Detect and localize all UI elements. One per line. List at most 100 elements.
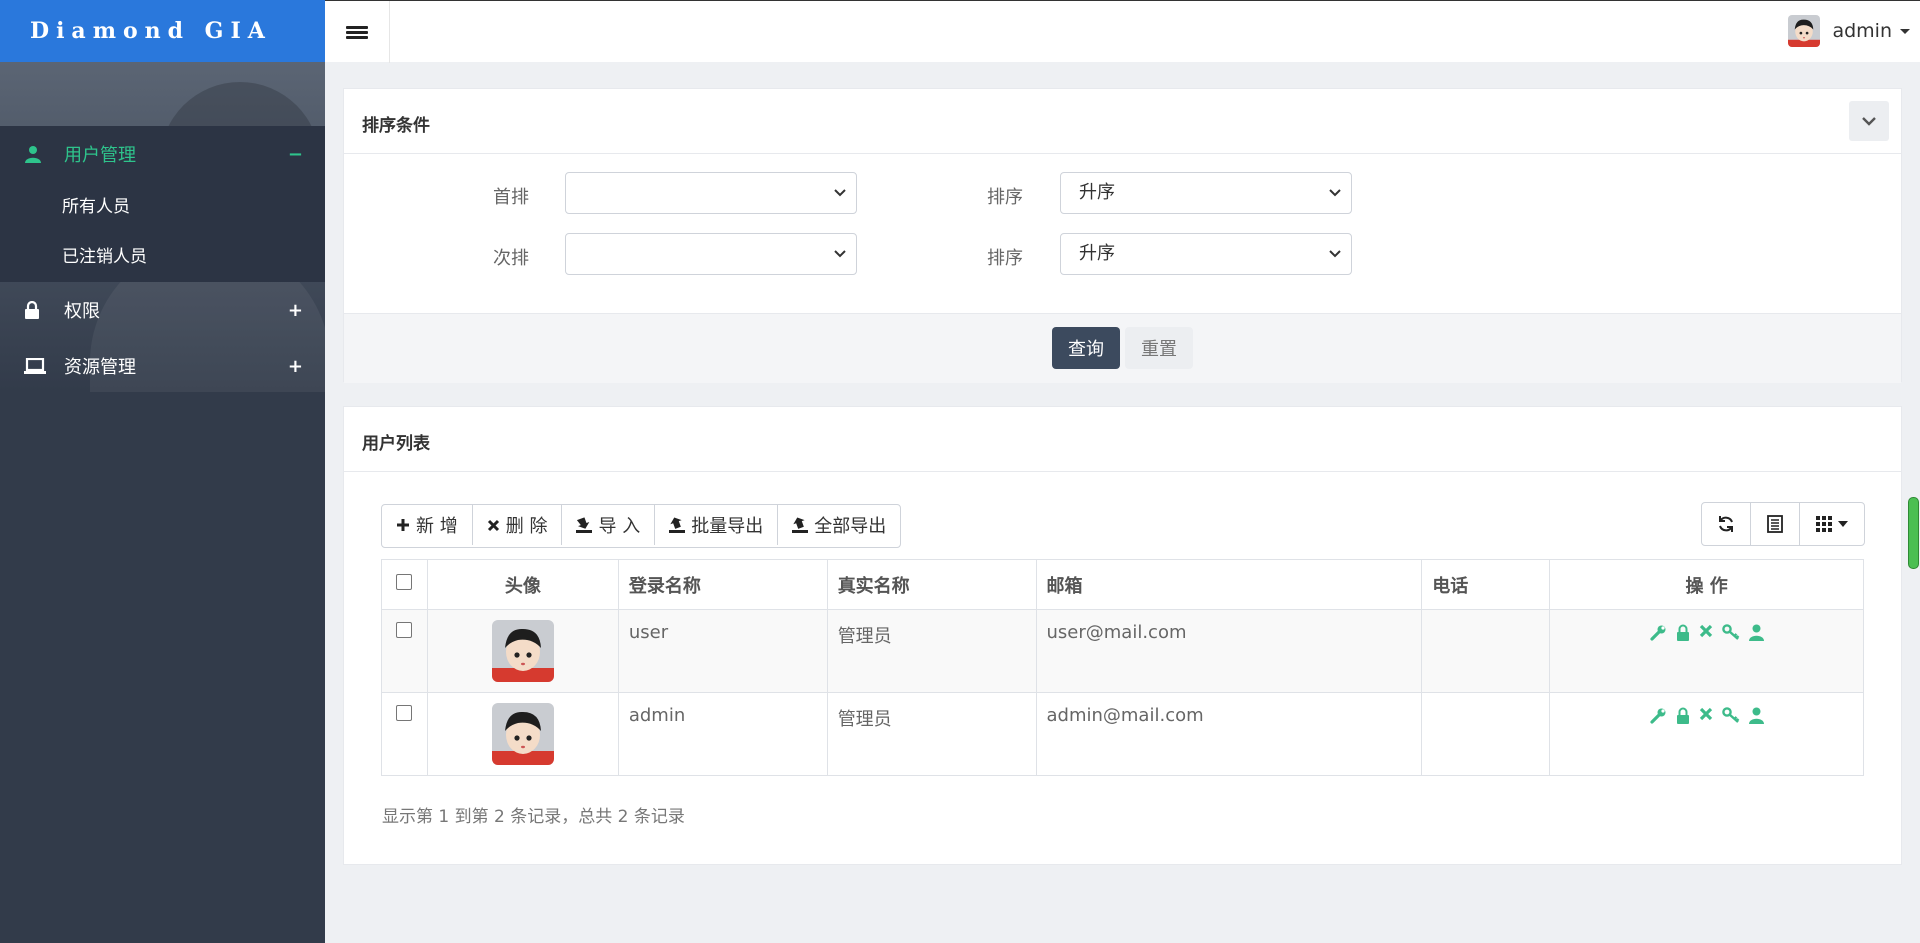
lock-icon[interactable] xyxy=(1676,624,1690,641)
sidebar-item-permissions[interactable]: 权限 + xyxy=(0,282,325,338)
import-icon xyxy=(576,517,593,533)
email-cell: user@mail.com xyxy=(1035,609,1423,693)
panel-title: 用户列表 xyxy=(362,434,430,454)
reset-button[interactable]: 重置 xyxy=(1125,327,1193,369)
table-header-row: 头像 登录名称 真实名称 邮箱 电话 操 作 xyxy=(381,559,1864,610)
query-button[interactable]: 查询 xyxy=(1052,327,1120,369)
collapse-panel-button[interactable] xyxy=(1849,101,1889,141)
columns-dropdown-button[interactable] xyxy=(1800,503,1864,545)
table-row[interactable]: admin 管理员 admin@mail.com xyxy=(381,692,1864,776)
phone-cell xyxy=(1421,692,1551,776)
column-header-email[interactable]: 邮箱 xyxy=(1035,559,1423,610)
import-button[interactable]: 导 入 xyxy=(562,505,656,545)
chevron-down-icon xyxy=(1329,250,1341,258)
column-header-avatar[interactable]: 头像 xyxy=(426,559,619,610)
chevron-down-icon xyxy=(834,250,846,258)
export-icon xyxy=(669,517,686,533)
user-menu[interactable]: admin xyxy=(1788,15,1910,47)
delete-icon[interactable] xyxy=(1699,707,1713,724)
table-row[interactable]: user 管理员 user@mail.com xyxy=(381,609,1864,693)
wrench-icon[interactable] xyxy=(1649,624,1667,641)
form-footer: 查询 重置 xyxy=(344,313,1901,383)
column-header-real-name[interactable]: 真实名称 xyxy=(826,559,1037,610)
table-view-toolbar xyxy=(1701,502,1865,546)
delete-button[interactable]: 删 除 xyxy=(473,505,563,545)
primary-sort-label: 首排 xyxy=(493,187,529,208)
expand-toggle[interactable]: + xyxy=(288,300,303,321)
expand-toggle[interactable]: + xyxy=(288,356,303,377)
sidebar-subitem-all-staff[interactable]: 所有人员 xyxy=(0,182,325,232)
top-navbar: admin xyxy=(325,0,1920,63)
scrollbar-thumb[interactable] xyxy=(1908,497,1919,569)
panel-title: 排序条件 xyxy=(362,116,430,136)
wrench-icon[interactable] xyxy=(1649,707,1667,724)
real-name-cell: 管理员 xyxy=(826,609,1037,693)
email-cell: admin@mail.com xyxy=(1035,692,1423,776)
chevron-down-icon xyxy=(1862,117,1876,126)
row-actions xyxy=(1560,705,1853,724)
export-icon xyxy=(792,517,809,533)
row-actions xyxy=(1560,622,1853,641)
batch-export-button[interactable]: 批量导出 xyxy=(655,505,779,545)
order-label: 排序 xyxy=(987,248,1023,269)
delete-icon[interactable] xyxy=(1699,624,1713,641)
export-all-button[interactable]: 全部导出 xyxy=(778,505,900,545)
lock-icon xyxy=(24,301,64,319)
key-icon[interactable] xyxy=(1721,624,1740,641)
sidebar-item-label: 权限 xyxy=(64,301,100,322)
user-table: 头像 登录名称 真实名称 邮箱 电话 操 作 user 管理员 user@mai… xyxy=(381,559,1864,776)
sidebar-item-resource-management[interactable]: 资源管理 + xyxy=(0,338,325,394)
avatar[interactable] xyxy=(491,620,554,682)
login-name-cell: user xyxy=(617,609,828,693)
sidebar-nav: 用户管理 − 所有人员 已注销人员 权限 + 资源管理 + xyxy=(0,126,325,394)
sidebar-item-label: 用户管理 xyxy=(64,145,136,166)
user-icon[interactable] xyxy=(1748,707,1764,724)
sidebar: Diamond GIA 用户管理 − 所有人员 已注销人员 权限 + 资源管理 … xyxy=(0,0,325,943)
secondary-sort-label: 次排 xyxy=(493,248,529,269)
chevron-down-icon xyxy=(834,189,846,197)
secondary-sort-select[interactable] xyxy=(565,233,857,275)
sidebar-subitem-deregistered-staff[interactable]: 已注销人员 xyxy=(0,232,325,282)
avatar xyxy=(1788,15,1821,47)
grid-icon xyxy=(1816,516,1832,532)
table-toolbar: 新 增 删 除 导 入 批量导出 全部导出 xyxy=(381,504,902,548)
login-name-cell: admin xyxy=(617,692,828,776)
column-header-actions: 操 作 xyxy=(1549,559,1864,610)
avatar[interactable] xyxy=(491,703,554,765)
key-icon[interactable] xyxy=(1721,707,1740,724)
close-icon xyxy=(487,519,500,532)
chevron-down-icon xyxy=(1329,189,1341,197)
select-all-checkbox[interactable] xyxy=(396,574,413,590)
pagination-info: 显示第 1 到第 2 条记录，总共 2 条记录 xyxy=(382,807,685,827)
column-header-login-name[interactable]: 登录名称 xyxy=(617,559,828,610)
username-label: admin xyxy=(1832,20,1892,42)
user-icon xyxy=(24,145,64,163)
app-logo[interactable]: Diamond GIA xyxy=(0,0,325,62)
list-icon xyxy=(1767,515,1783,533)
hamburger-icon xyxy=(346,24,368,41)
caret-down-icon xyxy=(1900,28,1910,34)
refresh-button[interactable] xyxy=(1702,503,1751,545)
plus-icon xyxy=(396,518,410,532)
sort-conditions-panel: 排序条件 首排 排序 升序 次排 排序 升序 查询 重置 xyxy=(343,88,1902,383)
caret-down-icon xyxy=(1838,521,1848,527)
add-button[interactable]: 新 增 xyxy=(382,505,473,545)
secondary-order-select[interactable]: 升序 xyxy=(1060,233,1352,275)
collapse-toggle[interactable]: − xyxy=(288,144,303,165)
order-label: 排序 xyxy=(987,187,1023,208)
sidebar-item-user-management[interactable]: 用户管理 − xyxy=(0,126,325,182)
sidebar-item-label: 资源管理 xyxy=(64,357,136,378)
lock-icon[interactable] xyxy=(1676,707,1690,724)
user-icon[interactable] xyxy=(1748,624,1764,641)
refresh-icon xyxy=(1719,516,1733,532)
row-checkbox[interactable] xyxy=(396,705,413,721)
column-header-phone[interactable]: 电话 xyxy=(1421,559,1551,610)
laptop-icon xyxy=(24,358,64,374)
real-name-cell: 管理员 xyxy=(826,692,1037,776)
menu-toggle-button[interactable] xyxy=(325,1,390,63)
row-checkbox[interactable] xyxy=(396,622,413,638)
toggle-view-button[interactable] xyxy=(1751,503,1800,545)
phone-cell xyxy=(1421,609,1551,693)
primary-sort-select[interactable] xyxy=(565,172,857,214)
primary-order-select[interactable]: 升序 xyxy=(1060,172,1352,214)
